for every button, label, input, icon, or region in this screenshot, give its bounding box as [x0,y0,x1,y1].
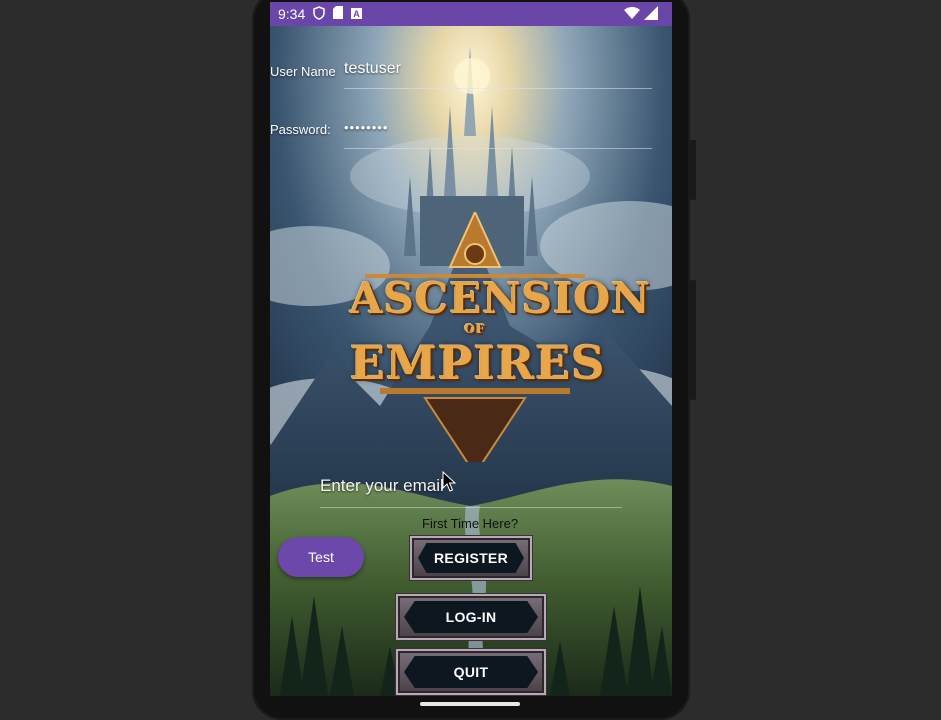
font-icon: A [351,6,363,22]
quit-button[interactable]: QUIT [396,649,546,695]
password-underline [344,148,652,149]
logo-title-line2: OF [464,322,486,336]
password-input[interactable]: •••••••• [344,120,388,135]
status-bar: 9:34 A [270,2,672,26]
signal-icon [644,6,658,23]
quit-button-label: QUIT [453,664,489,680]
username-label: User Name [270,64,336,79]
home-indicator [420,702,520,706]
login-button[interactable]: LOG-IN [396,594,546,640]
shield-icon [313,5,325,23]
register-button[interactable]: REGISTER [410,536,532,580]
register-button-label: REGISTER [434,550,508,566]
sd-card-icon [333,6,344,22]
email-underline [320,507,622,508]
power-button [690,280,696,400]
status-time: 9:34 [278,6,306,22]
wifi-icon [624,6,640,23]
first-time-label: First Time Here? [422,516,519,531]
volume-button [690,140,696,200]
logo-title-line3: EMPIRES [350,336,606,390]
svg-text:A: A [354,9,361,19]
logo-title-line1: ASCENSION [350,274,651,323]
username-underline [344,88,652,89]
test-button[interactable]: Test [278,537,364,577]
mouse-cursor-icon [442,471,456,492]
password-label: Password: [270,122,331,137]
email-input[interactable]: Enter your email [320,476,444,496]
username-input[interactable]: testuser [344,60,401,78]
login-button-label: LOG-IN [445,609,497,625]
app-screen: 9:34 A User Name testuser Password: ••••… [270,2,672,696]
